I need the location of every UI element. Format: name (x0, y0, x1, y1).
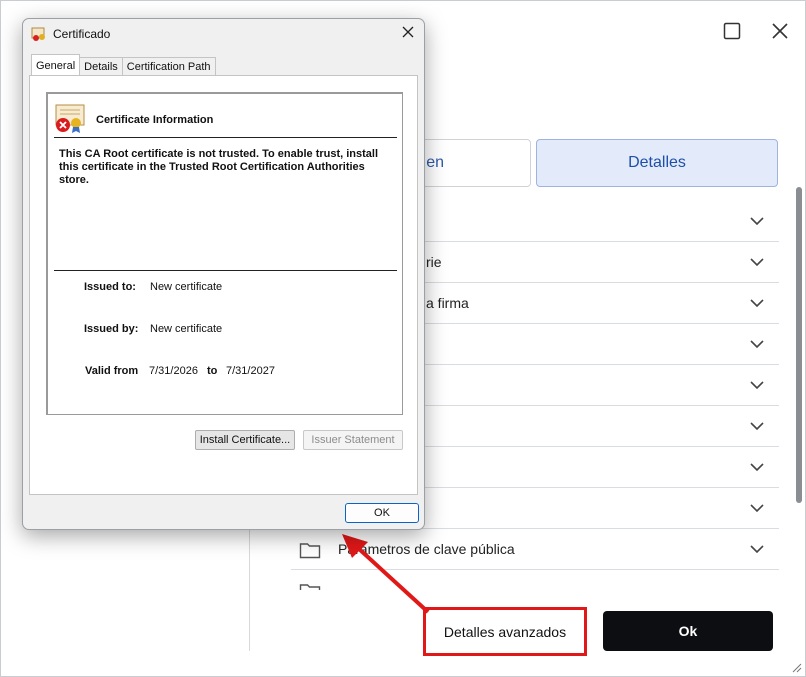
certificate-icon (31, 27, 45, 41)
scrollbar[interactable] (796, 187, 802, 503)
chevron-down-icon (750, 422, 764, 431)
issued-to-value: New certificate (150, 281, 223, 293)
chevron-down-icon (750, 258, 764, 267)
valid-to-value: 7/31/2027 (226, 365, 275, 377)
folder-icon (299, 543, 321, 559)
list-item[interactable]: Parámetros de clave pública (291, 529, 779, 570)
issuer-statement-label: Issuer Statement (311, 434, 395, 446)
dialog-tabs: General Details Certification Path (31, 54, 216, 77)
issued-by-value: New certificate (150, 323, 223, 335)
valid-from-label: Valid from (85, 365, 139, 377)
install-certificate-button[interactable]: Install Certificate... (195, 430, 295, 450)
divider (54, 270, 397, 271)
certificate-warning-icon (55, 104, 85, 133)
divider (54, 137, 397, 138)
list-item[interactable] (291, 570, 779, 590)
chevron-down-icon (750, 504, 764, 513)
valid-to-label: to (207, 365, 218, 377)
dialog-ok-label: OK (374, 507, 390, 519)
issuer-statement-button[interactable]: Issuer Statement (303, 430, 403, 450)
list-item-label: Parámetros de clave pública (338, 541, 515, 557)
chevron-down-icon (750, 299, 764, 308)
chevron-down-icon (750, 340, 764, 349)
folder-icon (299, 584, 321, 590)
tab-details-label: Detalles (628, 154, 686, 171)
divider (249, 521, 250, 651)
certificate-info-box: Certificate Information This CA Root cer… (46, 92, 403, 415)
valid-from-value: 7/31/2026 (149, 365, 198, 377)
tab-general-label: en (426, 154, 444, 171)
tab-label: General (36, 60, 76, 72)
issued-by-label: Issued by: (84, 323, 139, 335)
chevron-down-icon (750, 217, 764, 226)
chevron-down-icon (750, 463, 764, 472)
list-item-label: a firma (426, 295, 469, 311)
tab-certification-path[interactable]: Certification Path (121, 57, 216, 75)
tab-general-dialog[interactable]: General (31, 54, 81, 75)
resize-grip-icon[interactable] (792, 663, 802, 673)
general-panel: Certificate Information This CA Root cer… (29, 75, 418, 495)
dialog-title: Certificado (53, 27, 111, 41)
tab-label: Certification Path (126, 61, 211, 73)
advanced-details-label: Detalles avanzados (443, 623, 567, 640)
list-item-label: rie (426, 254, 442, 270)
tab-details-dialog[interactable]: Details (79, 57, 123, 75)
ok-button[interactable]: Ok (603, 611, 773, 651)
certificate-info-title: Certificate Information (96, 114, 214, 126)
dialog-ok-button[interactable]: OK (345, 503, 419, 523)
chevron-down-icon (750, 545, 764, 554)
advanced-details-button[interactable]: Detalles avanzados (423, 607, 587, 656)
chevron-down-icon (750, 381, 764, 390)
tab-details[interactable]: Detalles (536, 139, 778, 187)
certificate-dialog: Certificado General Details Certificatio… (22, 18, 425, 530)
dialog-close-icon[interactable] (400, 24, 416, 40)
install-certificate-label: Install Certificate... (199, 434, 291, 446)
maximize-icon[interactable] (720, 19, 744, 43)
issued-to-label: Issued to: (84, 281, 136, 293)
close-icon[interactable] (768, 19, 792, 43)
ok-button-label: Ok (678, 623, 698, 639)
tab-label: Details (84, 61, 118, 73)
trust-warning-text: This CA Root certificate is not trusted.… (59, 148, 379, 186)
